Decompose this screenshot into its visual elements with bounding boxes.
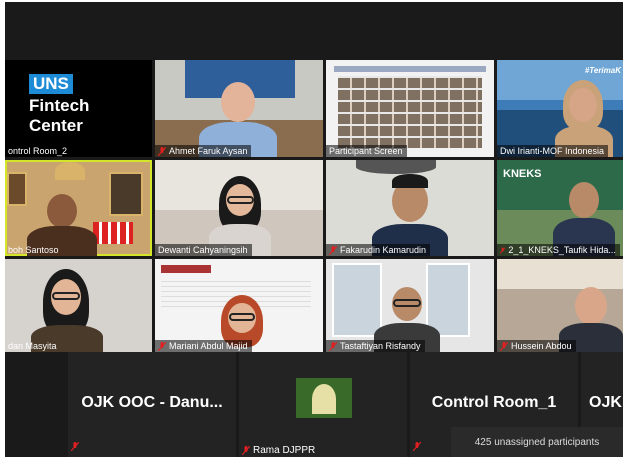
muted-mic-icon (329, 341, 337, 351)
muted-mic-icon (413, 442, 421, 451)
top-bar (5, 2, 623, 60)
muted-mic-icon (329, 245, 337, 255)
person-head (221, 82, 255, 122)
video-tile-boh-santoso[interactable]: boh Santoso (5, 160, 152, 256)
video-tile-dwi[interactable]: #TerimaK Dwi Irianti-MOF Indonesia (497, 60, 623, 157)
participant-name: Fakarudin Kamarudin (326, 244, 431, 256)
banner-text: #TerimaK (584, 66, 621, 75)
window (332, 263, 382, 337)
bottom-row: OJK OOC - Danu... Rama DJPPR Control Roo… (5, 352, 623, 457)
tile-title: OJK (589, 394, 622, 411)
video-tile-masyita[interactable]: dan Masyita (5, 259, 152, 352)
fintech-label: Fintech (29, 96, 90, 115)
muted-mic-icon (500, 341, 508, 351)
video-tile-ahmet[interactable]: Ahmet Faruk Aysan (155, 60, 323, 157)
emblem (55, 162, 85, 180)
muted-mic-icon (158, 146, 166, 156)
window-right (426, 263, 470, 337)
participant-name: Participant Screen (326, 145, 407, 157)
participant-name: Dewanti Cahyaningsih (155, 244, 252, 256)
zoom-meeting-window: UNS Fintech Center ontrol Room_2 Ahmet F… (5, 2, 623, 457)
screen-header (334, 66, 486, 72)
video-tile-tastaftiyan[interactable]: Tastaftiyan Risfandy (326, 259, 494, 352)
video-tile-control-room-2[interactable]: UNS Fintech Center ontrol Room_2 (5, 60, 152, 157)
muted-mic-icon (500, 246, 506, 254)
gallery-grid (338, 76, 482, 148)
kneks-logo: KNEKS (503, 168, 542, 180)
participant-name: Tastaftiyan Risfandy (326, 340, 425, 352)
uns-logo-label: UNS (29, 74, 73, 94)
center-label: Center (29, 116, 83, 135)
video-tile-kneks[interactable]: KNEKS 2_1_KNEKS_Taufik Hida... (497, 160, 623, 256)
participant-name: Hussein Abdou (497, 340, 576, 352)
video-tile-participant-screen[interactable]: Participant Screen (326, 60, 494, 157)
document-logo (161, 265, 211, 273)
glasses (227, 196, 254, 204)
participant-name: Mariani Abdul Majid (155, 340, 252, 352)
person-head (47, 194, 77, 228)
video-tile-mariani[interactable]: Mariani Abdul Majid (155, 259, 323, 352)
room-background (497, 259, 623, 289)
video-tile-ojk-ooc[interactable]: OJK OOC - Danu... (68, 352, 236, 457)
glasses (52, 292, 80, 300)
participant-name: dan Masyita (8, 341, 57, 351)
tile-title: OJK OOC - Danu... (81, 394, 223, 411)
muted-mic-icon (242, 446, 250, 455)
video-tile-fakarudin[interactable]: Fakarudin Kamarudin (326, 160, 494, 256)
participant-name: Dwi Irianti-MOF Indonesia (497, 145, 609, 157)
tile-title: Control Room_1 (431, 394, 557, 411)
tunnel-image (296, 378, 352, 418)
portrait-frame-left (7, 172, 27, 206)
tunnel-light (312, 384, 336, 414)
glasses (229, 313, 255, 321)
hair (392, 174, 428, 188)
video-tile-rama[interactable]: Rama DJPPR (239, 352, 407, 457)
person-head (569, 182, 599, 218)
portrait-frame-right (109, 172, 143, 216)
unassigned-participants-label[interactable]: 425 unassigned participants (451, 427, 623, 457)
participant-name: boh Santoso (8, 245, 59, 255)
participant-name: Rama DJPPR (239, 444, 319, 457)
video-tile-hussein[interactable]: Hussein Abdou (497, 259, 623, 352)
muted-mic-icon (158, 341, 166, 351)
ceiling-fan (356, 160, 436, 174)
participant-name: ontrol Room_2 (8, 146, 68, 156)
participant-name: 2_1_KNEKS_Taufik Hida... (497, 244, 620, 256)
muted-mic-icon (71, 442, 79, 451)
person-head (575, 287, 607, 325)
glasses (393, 299, 421, 307)
video-tile-dewanti[interactable]: Dewanti Cahyaningsih (155, 160, 323, 256)
participant-name: Ahmet Faruk Aysan (155, 145, 252, 157)
flags (93, 222, 133, 244)
person-head (569, 88, 597, 122)
